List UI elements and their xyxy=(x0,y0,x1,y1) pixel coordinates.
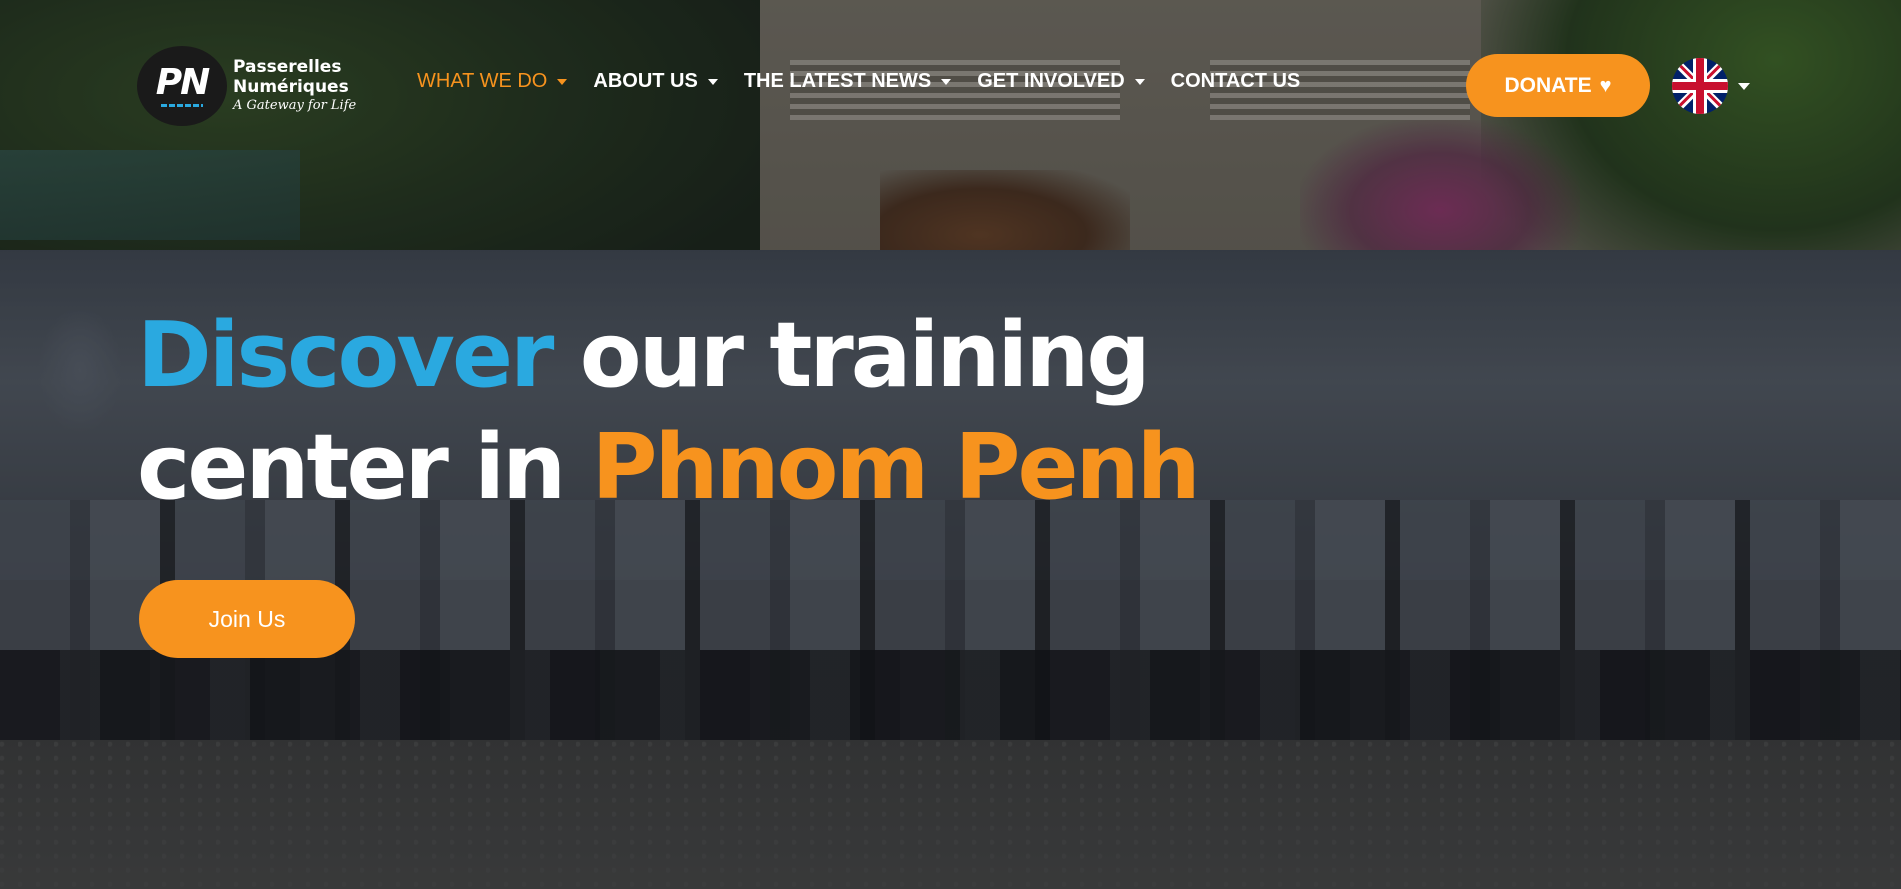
site-header: PN Passerelles Numériques A Gateway for … xyxy=(0,0,1901,170)
chevron-down-icon xyxy=(707,78,718,85)
hero-section: PN Passerelles Numériques A Gateway for … xyxy=(0,0,1901,889)
chevron-down-icon xyxy=(1738,82,1750,90)
main-nav: WHAT WE DO ABOUT US THE LATEST NEWS GET … xyxy=(417,70,1326,93)
site-logo[interactable]: PN Passerelles Numériques A Gateway for … xyxy=(137,46,356,126)
headline-center-in: center in xyxy=(137,415,592,520)
nav-item-label: ABOUT US xyxy=(593,70,698,92)
heart-icon: ♥ xyxy=(1599,74,1612,97)
uk-flag-icon xyxy=(1672,58,1728,114)
nav-item-label: THE LATEST NEWS xyxy=(743,70,932,92)
hero-headline: Discover our training center in Phnom Pen… xyxy=(137,300,1201,524)
headline-discover: Discover xyxy=(137,303,554,408)
logo-tagline: A Gateway for Life xyxy=(233,98,357,114)
nav-item-label: GET INVOLVED xyxy=(977,70,1125,92)
language-selector[interactable] xyxy=(1672,58,1750,114)
chevron-down-icon xyxy=(1134,78,1145,85)
pn-logo-icon: PN xyxy=(137,46,227,126)
headline-phnom-penh: Phnom Penh xyxy=(591,415,1201,520)
nav-item-get-involved[interactable]: GET INVOLVED xyxy=(977,70,1145,93)
chevron-down-icon xyxy=(557,78,568,85)
nav-item-latest-news[interactable]: THE LATEST NEWS xyxy=(743,70,952,93)
logo-name-line2: Numériques xyxy=(233,76,349,97)
nav-item-about-us[interactable]: ABOUT US xyxy=(593,70,718,93)
join-us-label: Join Us xyxy=(208,605,286,632)
join-us-button[interactable]: Join Us xyxy=(139,580,355,658)
donate-label: DONATE xyxy=(1504,73,1592,97)
headline-our-training: our training xyxy=(551,303,1151,408)
nav-item-contact-us[interactable]: CONTACT US xyxy=(1171,70,1301,93)
logo-mark-text: PN xyxy=(155,62,210,103)
donate-button[interactable]: DONATE ♥ xyxy=(1466,54,1650,117)
logo-name-line1: Passerelles xyxy=(233,56,342,77)
nav-item-label: CONTACT US xyxy=(1170,70,1301,92)
nav-item-label: WHAT WE DO xyxy=(417,70,548,92)
logo-wordmark: Passerelles Numériques A Gateway for Lif… xyxy=(233,56,357,114)
nav-item-what-we-do[interactable]: WHAT WE DO xyxy=(417,70,568,93)
chevron-down-icon xyxy=(941,78,952,85)
